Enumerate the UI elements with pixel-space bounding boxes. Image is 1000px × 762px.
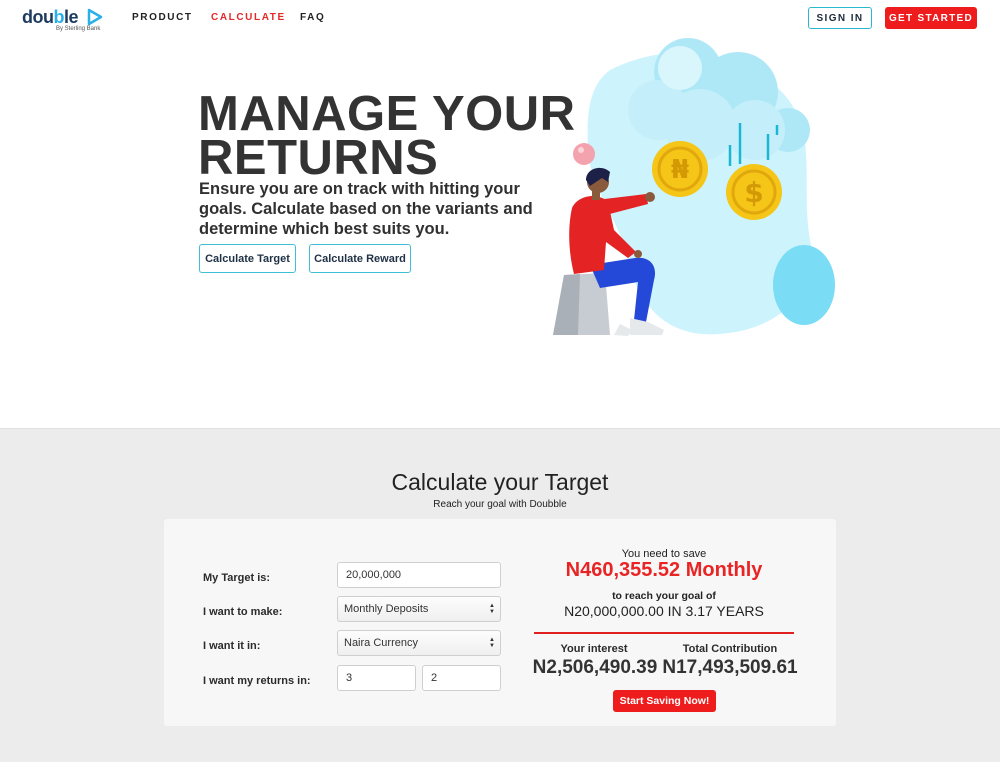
returns-label: I want my returns in:	[203, 675, 311, 687]
result-divider	[534, 632, 794, 634]
select-arrows-icon: ▲ ▼	[489, 603, 495, 615]
calculator-card: My Target is: 20,000,000 I want to make:…	[164, 519, 836, 726]
logo-wordmark: double	[22, 7, 79, 27]
calculator-subtitle: Reach your goal with Doubble	[433, 499, 567, 510]
select-arrows-icon: ▲ ▼	[489, 637, 495, 649]
contribution-label: Total Contribution	[682, 643, 778, 655]
hero-title-line-1: MANAGE YOUR	[198, 87, 576, 141]
currency-value: Naira Currency	[344, 637, 418, 649]
calculator-section: Calculate your Target Reach your goal wi…	[0, 428, 1000, 762]
target-label: My Target is:	[203, 572, 271, 584]
calculate-reward-button[interactable]: Calculate Reward	[309, 244, 411, 273]
returns-months-input[interactable]: 2	[422, 665, 501, 691]
top-nav: double By Sterling Bank PRODUCT CALCULAT…	[0, 0, 1000, 40]
pink-ball	[573, 143, 595, 165]
deposit-type-select[interactable]: Monthly Deposits ▲ ▼	[337, 596, 501, 622]
cloud-highlight	[658, 46, 702, 90]
nav-link-product[interactable]: PRODUCT	[132, 12, 193, 23]
deposit-type-value: Monthly Deposits	[344, 603, 429, 615]
target-input[interactable]: 20,000,000	[337, 562, 501, 588]
logo-subtitle: By Sterling Bank	[56, 26, 101, 32]
returns-years-input[interactable]: 3	[337, 665, 416, 691]
svg-text:$: $	[744, 176, 763, 209]
hero-title: MANAGE YOUR RETURNS	[198, 87, 576, 185]
deposit-type-label: I want to make:	[203, 606, 283, 618]
calculator-title: Calculate your Target	[391, 469, 609, 495]
blue-blob	[773, 245, 835, 325]
hero-title-line-2: RETURNS	[198, 131, 439, 185]
nav-link-faq[interactable]: FAQ	[300, 12, 325, 23]
currency-label: I want it in:	[203, 640, 261, 652]
currency-select[interactable]: Naira Currency ▲ ▼	[337, 630, 501, 656]
interest-label: Your interest	[560, 643, 628, 655]
monthly-amount: N460,355.52 Monthly	[565, 559, 763, 581]
calculate-target-button[interactable]: Calculate Target	[199, 244, 296, 273]
svg-text:₦: ₦	[671, 155, 689, 185]
get-started-button[interactable]: GET STARTED	[885, 7, 977, 29]
hero-subtitle: Ensure you are on track with hitting you…	[199, 180, 533, 238]
nav-link-calculate[interactable]: CALCULATE	[211, 12, 286, 23]
interest-value: N2,506,490.39	[532, 657, 658, 678]
sign-in-button[interactable]: SIGN IN	[808, 7, 872, 29]
naira-coin-icon: ₦	[652, 141, 708, 197]
dollar-coin-icon: $	[726, 164, 782, 220]
goal-summary: N20,000,000.00 IN 3.17 YEARS	[564, 603, 764, 619]
hero-illustration: ₦ $	[553, 38, 835, 336]
play-icon	[87, 8, 103, 26]
start-saving-button[interactable]: Start Saving Now!	[613, 690, 716, 712]
goal-label: to reach your goal of	[612, 590, 716, 602]
doubble-logo[interactable]: double By Sterling Bank	[22, 7, 104, 35]
contribution-value: N17,493,509.61	[662, 657, 798, 678]
